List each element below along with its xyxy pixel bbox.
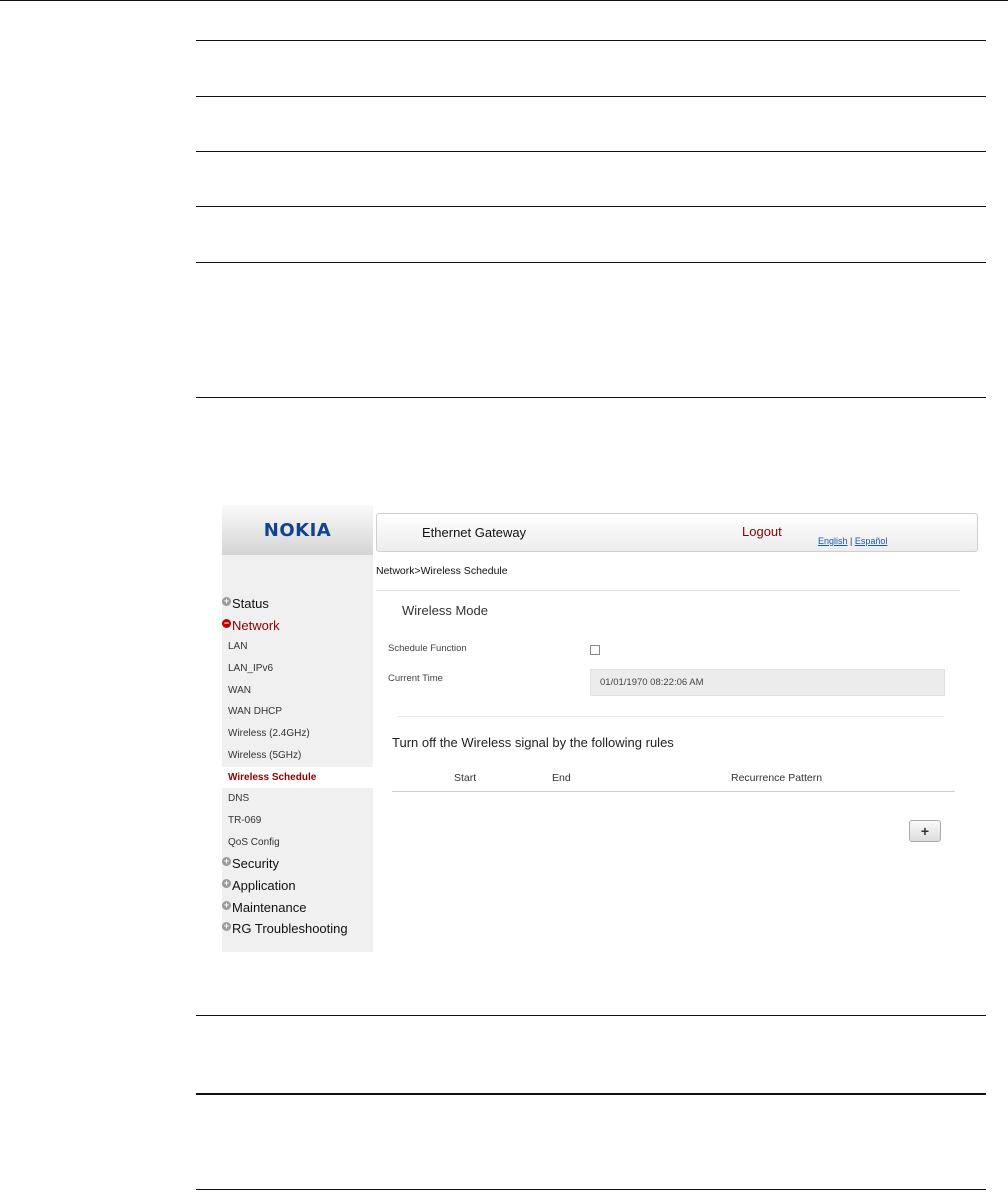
column-header-end: End — [552, 772, 571, 784]
sidebar-item-security[interactable]: + Security — [222, 853, 373, 875]
table-rule — [196, 1015, 986, 1016]
logo: NOKIA — [222, 505, 373, 555]
sidebar-item-label: Maintenance — [232, 899, 307, 915]
plus-circle-icon: + — [222, 921, 231, 932]
sidebar-item-tr069[interactable]: TR-069 — [222, 810, 373, 832]
plus-circle-icon: + — [222, 899, 231, 910]
sidebar-item-label: Network — [232, 617, 280, 633]
sidebar-item-rg-troubleshooting[interactable]: + RG Troubleshooting — [222, 918, 373, 940]
sidebar-nav: + Status − Network LAN LAN_IPv6 WAN WAN DH… — [222, 593, 373, 940]
lang-espanol-link[interactable]: Español — [855, 536, 888, 546]
brand-logo-text: NOKIA — [263, 520, 332, 541]
lang-separator: | — [847, 536, 855, 546]
sidebar-item-qos-config[interactable]: QoS Config — [222, 832, 373, 854]
wireless-mode-title: Wireless Mode — [402, 603, 488, 618]
rules-header-divider — [392, 791, 955, 792]
sidebar-item-network[interactable]: − Network — [222, 615, 373, 637]
language-switcher: English | Español — [818, 536, 887, 546]
table-rule — [196, 397, 986, 398]
column-header-recurrence: Recurrence Pattern — [731, 772, 823, 784]
rules-title: Turn off the Wireless signal by the foll… — [392, 735, 674, 750]
sidebar-item-application[interactable]: + Application — [222, 875, 373, 897]
sidebar: NOKIA + Status − Network LAN LAN_IPv6 WAN … — [222, 505, 373, 952]
page-top-rule — [0, 0, 1008, 1]
logout-link[interactable]: Logout — [742, 524, 782, 539]
sidebar-item-wireless-24ghz[interactable]: Wireless (2.4GHz) — [222, 723, 373, 745]
sidebar-item-wan[interactable]: WAN — [222, 680, 373, 702]
sidebar-item-label: Application — [232, 877, 296, 893]
table-rule — [196, 262, 986, 263]
sidebar-item-lan[interactable]: LAN — [222, 636, 373, 658]
sidebar-item-label: Status — [232, 596, 269, 611]
sidebar-item-label: Security — [232, 856, 279, 872]
current-time-field: 01/01/1970 08:22:06 AM — [590, 669, 945, 696]
plus-circle-icon: + — [222, 596, 231, 606]
sidebar-item-dns[interactable]: DNS — [222, 788, 373, 810]
plus-circle-icon: + — [222, 856, 231, 867]
current-time-value: 01/01/1970 08:22:06 AM — [600, 677, 704, 688]
sidebar-item-status[interactable]: + Status — [222, 593, 373, 615]
breadcrumb: Network>Wireless Schedule — [376, 565, 508, 577]
gateway-screenshot: NOKIA + Status − Network LAN LAN_IPv6 WAN … — [222, 505, 986, 952]
plus-circle-icon: + — [222, 877, 231, 888]
minus-circle-icon: − — [222, 617, 231, 628]
add-rule-button[interactable]: + — [909, 820, 941, 842]
sidebar-item-maintenance[interactable]: + Maintenance — [222, 897, 373, 919]
current-time-label: Current Time — [388, 673, 443, 684]
table-rule — [196, 96, 986, 97]
table-rule — [196, 40, 986, 41]
app-title: Ethernet Gateway — [422, 525, 527, 540]
sidebar-item-label: RG Troubleshooting — [232, 921, 348, 937]
sidebar-item-wireless-schedule[interactable]: Wireless Schedule — [222, 766, 373, 789]
section-divider — [398, 716, 943, 717]
schedule-function-label: Schedule Function — [388, 643, 467, 654]
table-rule — [196, 1093, 986, 1095]
sidebar-item-wan-dhcp[interactable]: WAN DHCP — [222, 701, 373, 723]
lang-english-link[interactable]: English — [818, 536, 848, 546]
breadcrumb-divider — [376, 590, 960, 591]
table-rule — [196, 206, 986, 207]
schedule-function-checkbox[interactable] — [590, 645, 600, 655]
sidebar-item-lan-ipv6[interactable]: LAN_IPv6 — [222, 658, 373, 680]
sidebar-item-wireless-5ghz[interactable]: Wireless (5GHz) — [222, 745, 373, 767]
column-header-start: Start — [454, 772, 477, 784]
header-bar: Ethernet Gateway Logout English | Españo… — [376, 513, 978, 552]
table-rule — [196, 151, 986, 152]
table-rule — [196, 1189, 986, 1190]
